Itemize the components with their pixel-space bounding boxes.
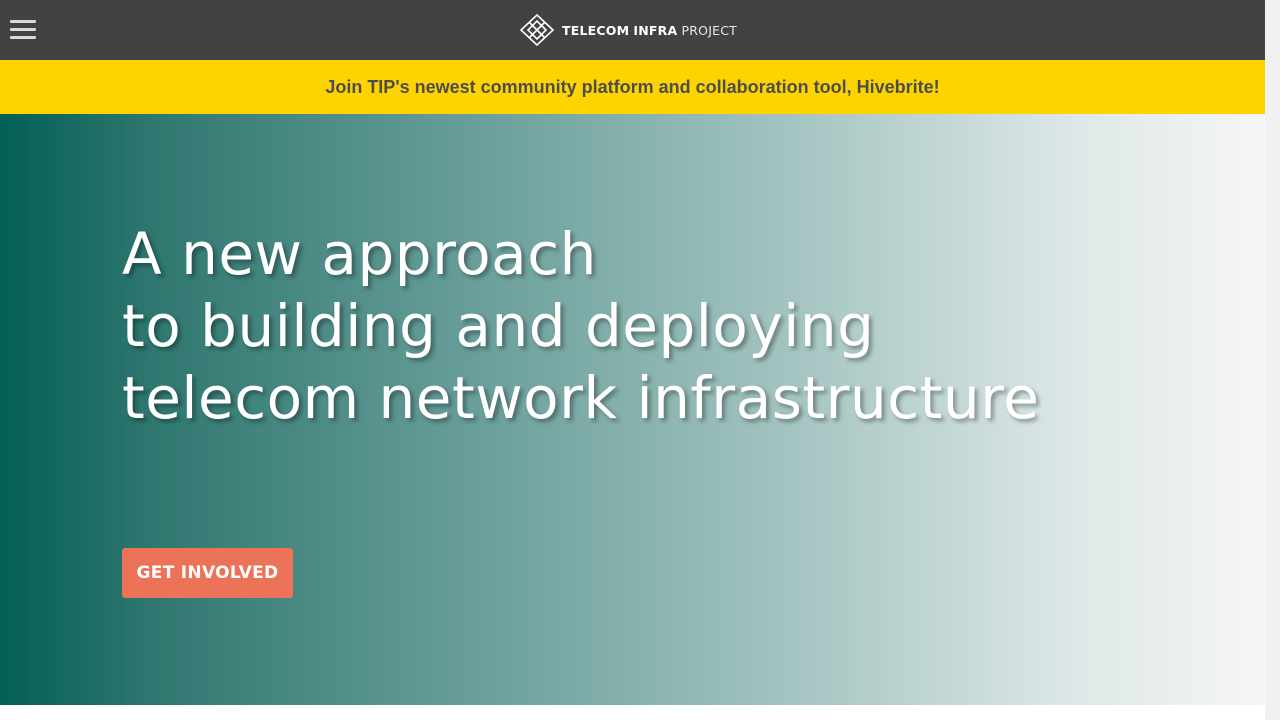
hamburger-menu-button[interactable]	[8, 17, 38, 43]
tip-diamond-logo-icon	[519, 14, 555, 46]
logo-wordmark: TELECOM INFRA PROJECT	[562, 23, 737, 38]
hero-headline-line-1: A new approach	[122, 220, 597, 288]
hero-headline-line-3: telecom network infrastructure	[122, 364, 1040, 432]
menu-bar	[10, 28, 36, 31]
menu-bar	[10, 36, 36, 39]
page-scrollbar[interactable]	[1265, 0, 1280, 720]
menu-bar	[10, 20, 36, 23]
announcement-link[interactable]: Join TIP's newest community platform and…	[325, 77, 939, 98]
hero-headline: A new approach to building and deploying…	[122, 218, 1039, 434]
logo-word-telecom: TELECOM	[562, 22, 630, 38]
site-logo-link[interactable]: TELECOM INFRA PROJECT	[518, 14, 737, 46]
site-header: TELECOM INFRA PROJECT	[0, 0, 1265, 60]
hero-section: A new approach to building and deploying…	[0, 114, 1265, 705]
get-involved-button[interactable]: GET INVOLVED	[122, 548, 293, 598]
announcement-banner: Join TIP's newest community platform and…	[0, 60, 1265, 114]
hero-headline-line-2: to building and deploying	[122, 292, 875, 360]
logo-word-project: PROJECT	[681, 22, 737, 38]
logo-word-infra: INFRA	[633, 22, 678, 38]
